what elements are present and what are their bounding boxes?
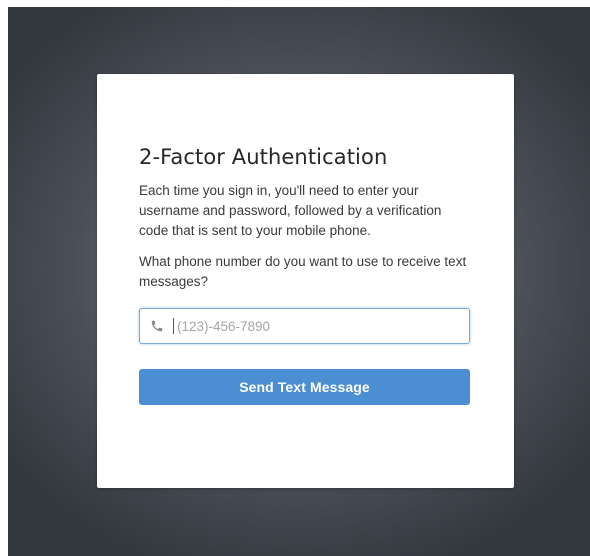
phone-field[interactable] [139, 308, 470, 344]
phone-question: What phone number do you want to use to … [139, 254, 467, 289]
two-factor-dialog: 2-Factor Authentication Each time you si… [97, 74, 514, 488]
dialog-title: 2-Factor Authentication [139, 145, 388, 169]
phone-input[interactable] [173, 318, 463, 334]
phone-icon [151, 320, 163, 332]
send-text-message-button[interactable]: Send Text Message [139, 369, 470, 405]
dialog-description: Each time you sign in, you'll need to en… [139, 183, 442, 238]
